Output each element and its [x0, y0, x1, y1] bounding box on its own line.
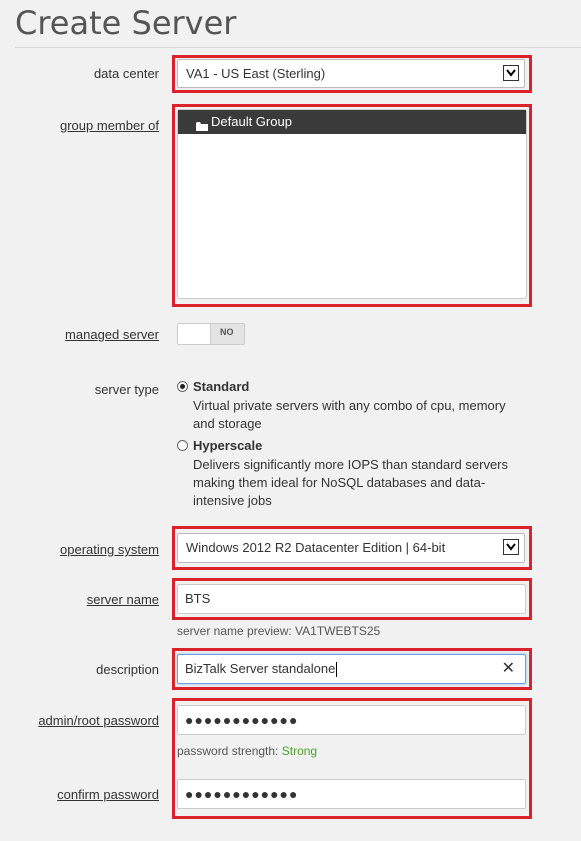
tree-item-default-group[interactable]: Default Group	[178, 110, 526, 134]
managed-server-label[interactable]: managed server	[14, 327, 159, 342]
password-input[interactable]: ●●●●●●●●●●●●	[177, 705, 526, 735]
password-masked: ●●●●●●●●●●●●	[185, 712, 299, 728]
server-name-input[interactable]: BTS	[177, 584, 526, 614]
radio-hyperscale[interactable]	[177, 440, 188, 451]
title-divider	[15, 47, 581, 48]
group-member-label[interactable]: group member of	[14, 118, 159, 133]
hyperscale-desc: Delivers significantly more IOPS than st…	[193, 457, 509, 508]
os-select[interactable]: Windows 2012 R2 Datacenter Edition | 64-…	[177, 533, 525, 563]
tree-item-label: Default Group	[211, 114, 292, 129]
password-strength-label: password strength:	[177, 744, 279, 758]
description-label: description	[96, 662, 159, 677]
folder-icon	[196, 116, 208, 140]
password-strength: password strength: Strong	[177, 744, 317, 758]
managed-server-toggle[interactable]: NO	[177, 323, 245, 345]
password-strength-value: Strong	[281, 744, 318, 758]
page-title: Create Server	[15, 4, 237, 42]
confirm-password-label[interactable]: confirm password	[14, 787, 159, 802]
operating-system-label[interactable]: operating system	[14, 542, 159, 557]
toggle-state: NO	[220, 327, 234, 337]
text-caret	[336, 662, 338, 678]
standard-title: Standard	[193, 379, 250, 394]
confirm-password-masked: ●●●●●●●●●●●●	[185, 786, 299, 802]
password-label[interactable]: admin/root password	[14, 713, 159, 728]
description-input[interactable]: BizTalk Server standalone ✕	[177, 654, 526, 684]
standard-desc: Virtual private servers with any combo o…	[193, 398, 506, 431]
data-center-select[interactable]: VA1 - US East (Sterling)	[177, 59, 525, 88]
hyperscale-title: Hyperscale	[193, 438, 263, 453]
chevron-down-icon	[503, 539, 519, 555]
confirm-password-input[interactable]: ●●●●●●●●●●●●	[177, 779, 526, 809]
toggle-knob	[178, 324, 211, 344]
clear-icon[interactable]: ✕	[502, 655, 515, 683]
group-tree[interactable]: Default Group	[177, 109, 527, 299]
radio-standard[interactable]	[177, 381, 188, 392]
description-value: BizTalk Server standalone	[185, 661, 336, 676]
server-name-label[interactable]: server name	[14, 592, 159, 607]
server-name-value: BTS	[185, 591, 211, 606]
data-center-value: VA1 - US East (Sterling)	[186, 66, 326, 81]
chevron-down-icon	[503, 65, 519, 81]
server-type-label: server type	[94, 382, 159, 397]
os-value: Windows 2012 R2 Datacenter Edition | 64-…	[186, 540, 446, 555]
server-name-preview: server name preview: VA1TWEBTS25	[177, 624, 381, 638]
data-center-label: data center	[93, 66, 159, 81]
